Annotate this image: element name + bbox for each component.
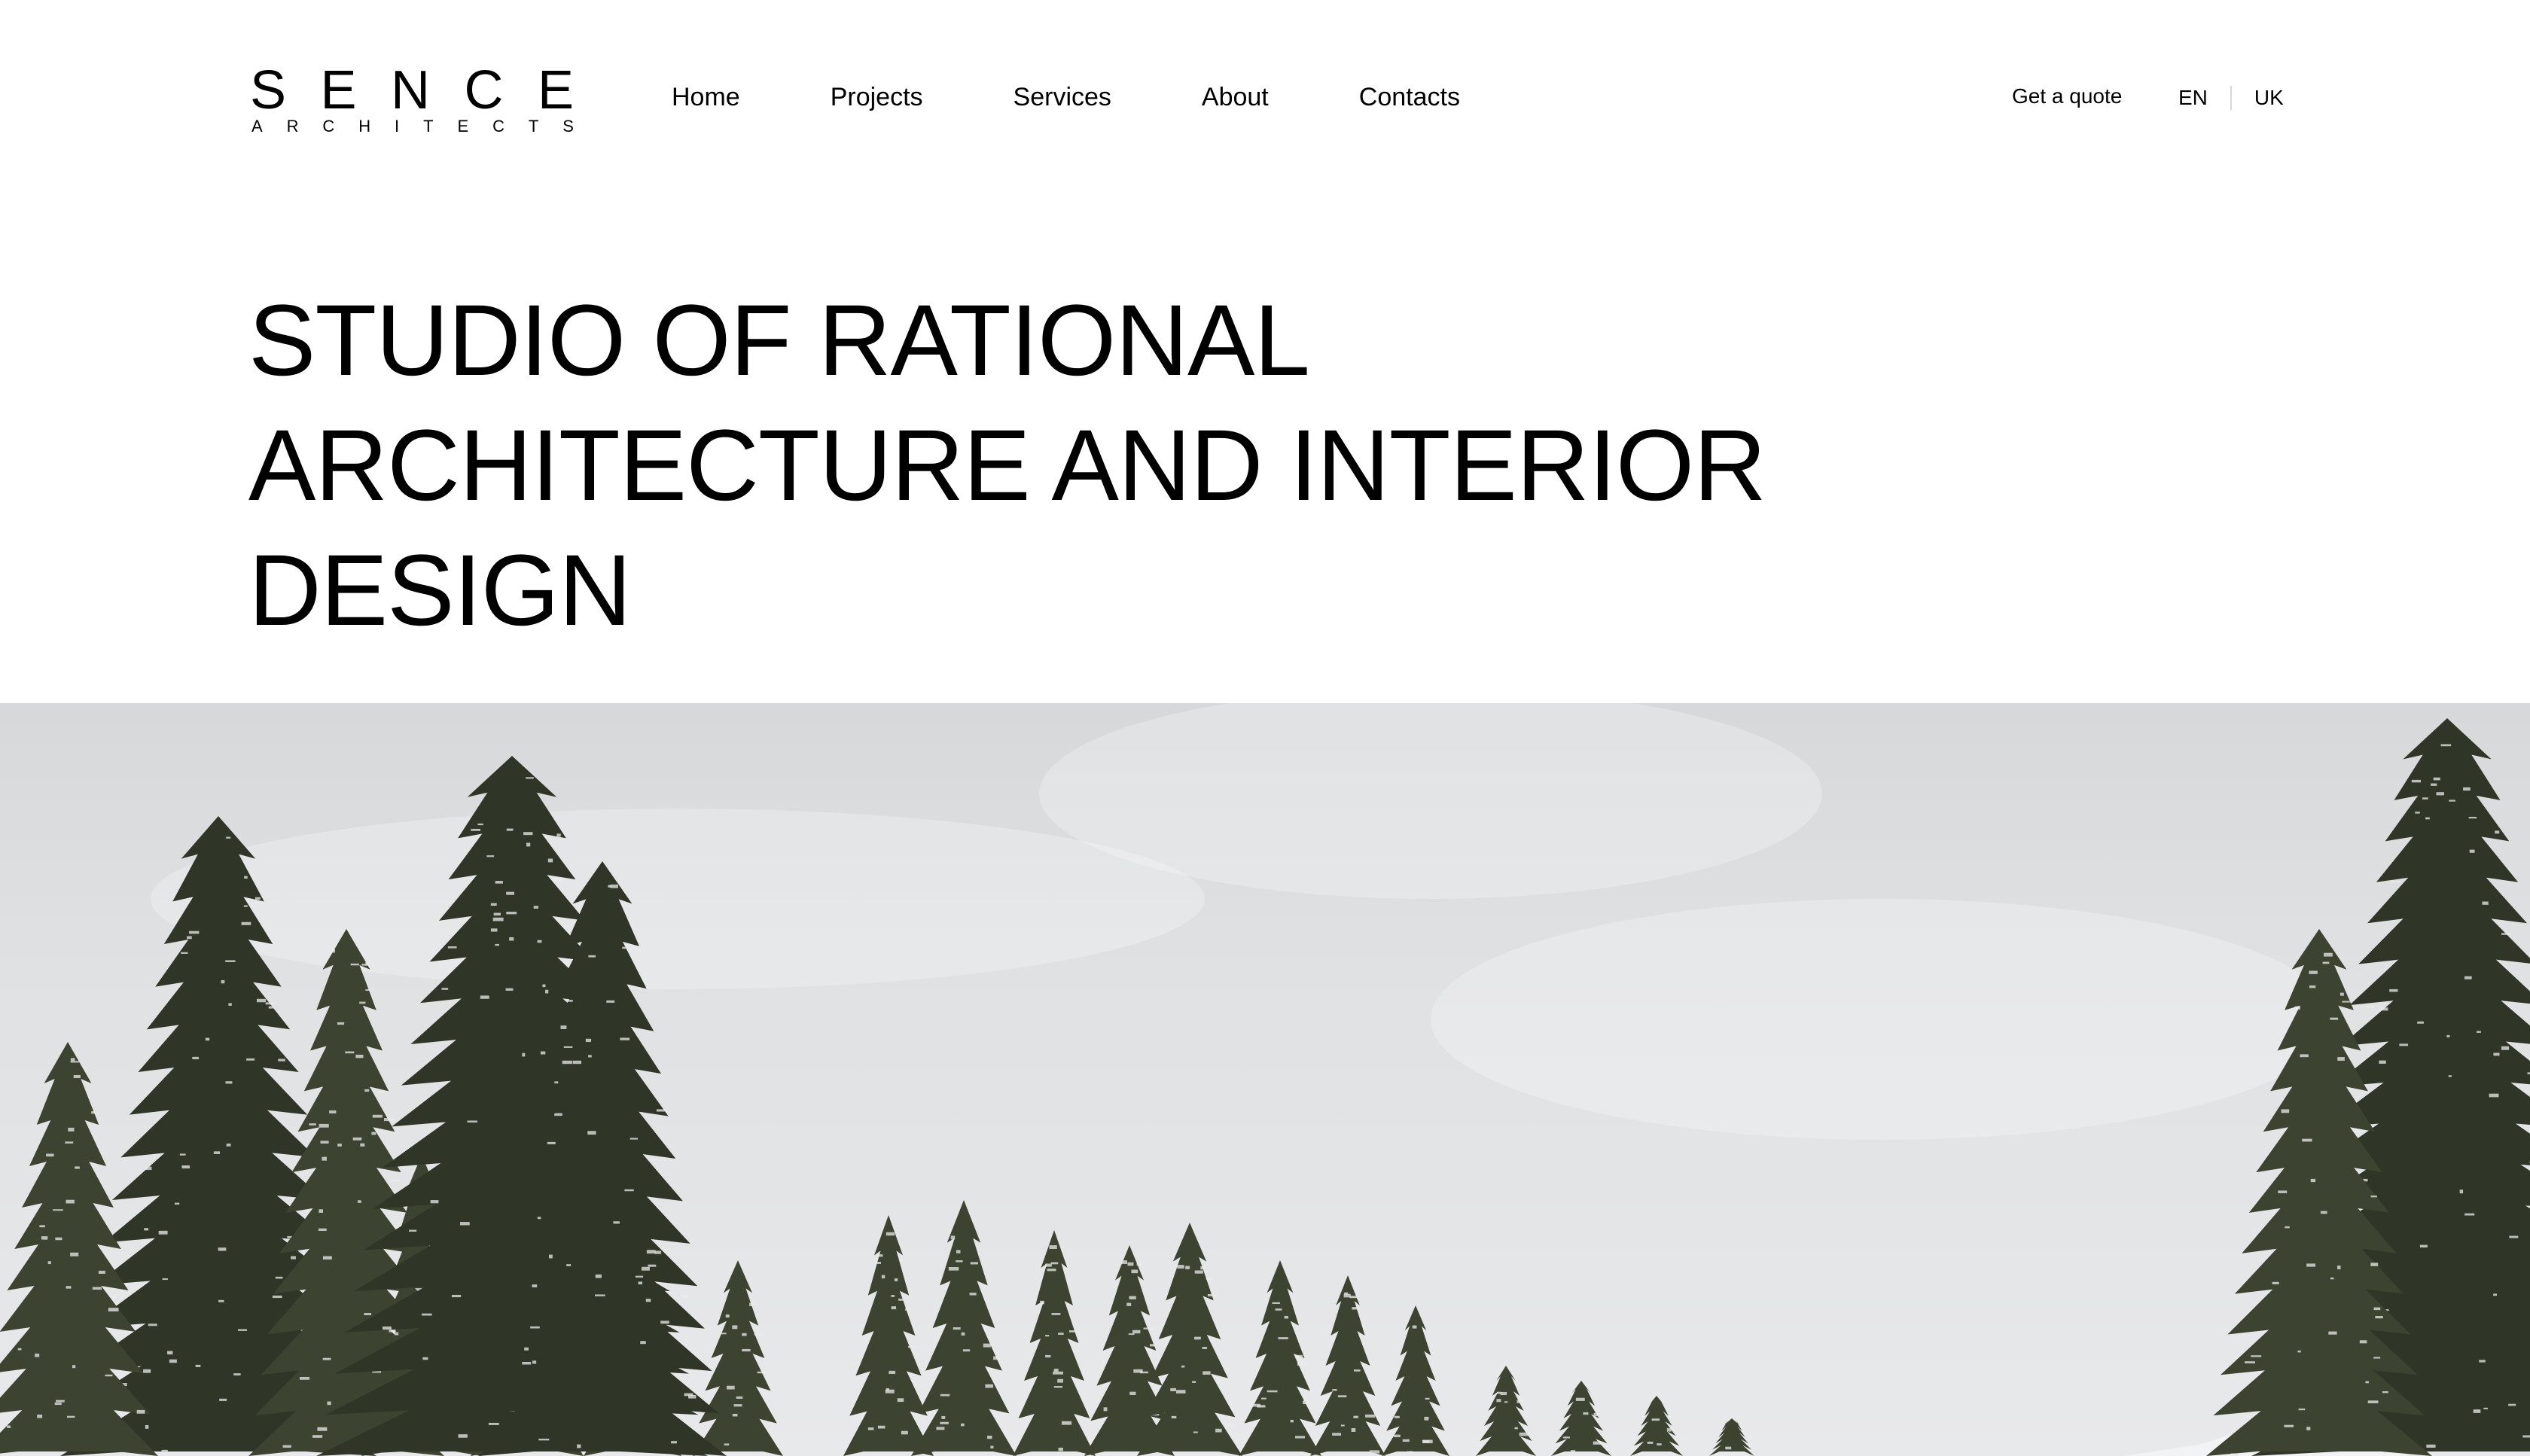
logo-tagline-letter: T [529, 117, 538, 136]
lang-divider [2230, 86, 2232, 110]
logo-tagline-letter: A [251, 117, 263, 136]
logo-letter: N [391, 63, 430, 117]
language-switcher: EN UK [2178, 84, 2284, 111]
get-a-quote-link[interactable]: Get a quote [2012, 84, 2122, 108]
headline-line: STUDIO OF RATIONAL [248, 279, 1905, 404]
logo-letter: S [250, 63, 286, 117]
nav-item-home[interactable]: Home [672, 83, 740, 112]
pine-tree [911, 1200, 1017, 1456]
hero-headline: STUDIO OF RATIONAL ARCHITECTURE AND INTE… [248, 279, 1905, 653]
nav-item-projects[interactable]: Projects [831, 83, 923, 112]
page: SENCE ARCHITECTS Home Projects Services … [0, 0, 2530, 1456]
logo-wordmark: SENCE [250, 63, 574, 117]
logo-tagline-letter: C [492, 117, 504, 136]
lang-uk[interactable]: UK [2254, 86, 2284, 110]
headline-line: DESIGN [248, 528, 1905, 653]
nav-item-about[interactable]: About [1202, 83, 1269, 112]
lang-en[interactable]: EN [2178, 86, 2208, 110]
nav-item-contacts[interactable]: Contacts [1359, 83, 1460, 112]
logo-tagline-letter: E [457, 117, 468, 136]
pine-tree [1476, 1366, 1536, 1456]
pine-tree [1310, 1275, 1385, 1456]
logo-letter: C [464, 63, 503, 117]
site-header: SENCE ARCHITECTS Home Projects Services … [0, 0, 2530, 196]
nav-item-services[interactable]: Services [1014, 83, 1111, 112]
logo-tagline-letter: S [562, 117, 574, 136]
logo[interactable]: SENCE ARCHITECTS [250, 63, 574, 140]
logo-tagline-letter: H [358, 117, 370, 136]
pine-tree [843, 1215, 934, 1456]
main-nav: Home Projects Services About Contacts [672, 78, 1460, 116]
logo-tagline-letter: I [395, 117, 399, 136]
pine-tree [1239, 1260, 1321, 1456]
pine-tree [693, 1260, 783, 1456]
hero-image [0, 703, 2530, 1456]
pine-tree [1551, 1381, 1611, 1456]
logo-tagline-letter: R [287, 117, 299, 136]
forest-illustration [0, 703, 2530, 1456]
logo-letter: E [321, 63, 357, 117]
pine-tree [1630, 1396, 1683, 1456]
logo-letter: E [538, 63, 574, 117]
pine-tree [1709, 1418, 1754, 1456]
logo-tagline-letter: T [423, 117, 433, 136]
logo-tagline-letter: C [322, 117, 334, 136]
logo-tagline: ARCHITECTS [251, 117, 574, 136]
headline-line: ARCHITECTURE AND INTERIOR [248, 404, 1905, 528]
